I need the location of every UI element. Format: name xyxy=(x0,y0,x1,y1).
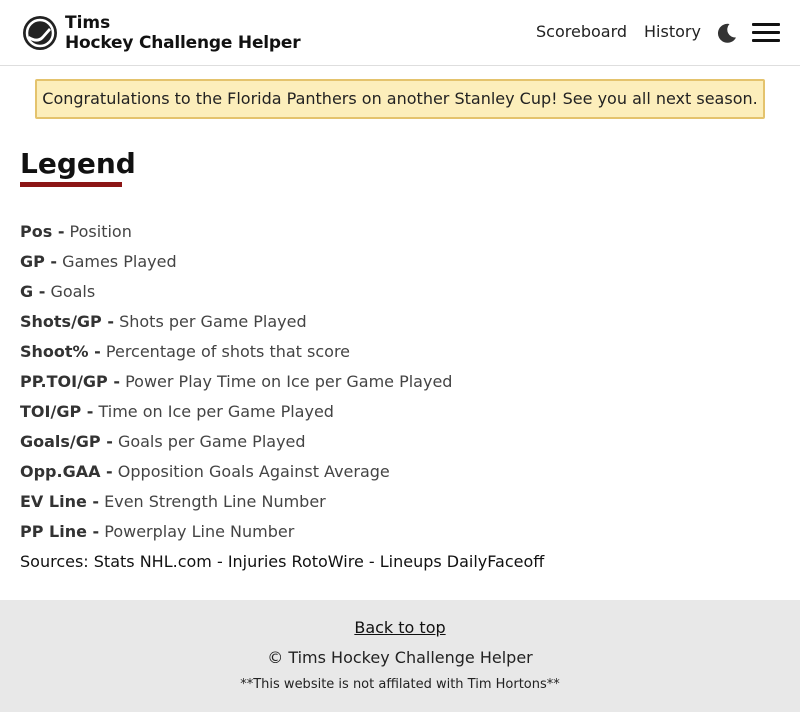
back-to-top-link[interactable]: Back to top xyxy=(0,617,800,639)
legend-heading-underline xyxy=(20,182,122,187)
legend-item: PP Line - Powerplay Line Number xyxy=(20,521,780,551)
legend-term: PP.TOI/GP - xyxy=(20,372,120,391)
legend-item: G - Goals xyxy=(20,281,780,311)
brand-line-1: Tims xyxy=(65,13,111,33)
legend-desc: Even Strength Line Number xyxy=(104,492,326,511)
site-footer: Back to top © Tims Hockey Challenge Help… xyxy=(0,600,800,712)
legend-desc: Percentage of shots that score xyxy=(105,342,351,361)
puck-logo-icon[interactable] xyxy=(22,15,58,51)
legend-item: Pos - Position xyxy=(20,221,780,251)
legend-term: GP - xyxy=(20,252,58,271)
legend-term: Opp.GAA - xyxy=(20,462,113,481)
legend-desc: Time on Ice per Game Played xyxy=(98,402,334,421)
legend-desc: Opposition Goals Against Average xyxy=(117,462,390,481)
legend-desc: Shots per Game Played xyxy=(119,312,307,331)
legend-desc: Goals per Game Played xyxy=(117,432,306,451)
menu-bar xyxy=(752,31,780,34)
legend-item: Shots/GP - Shots per Game Played xyxy=(20,311,780,341)
nav-scoreboard-link[interactable]: Scoreboard xyxy=(536,22,627,41)
legend-item: EV Line - Even Strength Line Number xyxy=(20,491,780,521)
disclaimer-text: **This website is not affilated with Tim… xyxy=(240,677,560,692)
legend-term: Pos - xyxy=(20,222,65,241)
legend-item: TOI/GP - Time on Ice per Game Played xyxy=(20,401,780,431)
nav-history-link[interactable]: History xyxy=(644,22,701,41)
legend-desc: Games Played xyxy=(62,252,177,271)
legend-item: Shoot% - Percentage of shots that score xyxy=(20,341,780,371)
legend-term: Goals/GP - xyxy=(20,432,113,451)
moon-icon[interactable] xyxy=(716,22,738,44)
site-header: Tims Hockey Challenge Helper Scoreboard … xyxy=(0,0,800,66)
menu-bar xyxy=(752,23,780,26)
menu-bar xyxy=(752,39,780,42)
legend-term: TOI/GP - xyxy=(20,402,94,421)
legend-term: G - xyxy=(20,282,46,301)
legend-list: Pos - Position GP - Games Played G - Goa… xyxy=(20,221,780,551)
legend-term: Shots/GP - xyxy=(20,312,114,331)
data-sources: Sources: Stats NHL.com - Injuries RotoWi… xyxy=(20,552,545,571)
brand-name[interactable]: Tims Hockey Challenge Helper xyxy=(65,13,301,53)
legend-term: Shoot% - xyxy=(20,342,101,361)
legend-desc: Powerplay Line Number xyxy=(104,522,295,541)
brand-line-2: Hockey Challenge Helper xyxy=(65,33,301,53)
legend-heading: Legend xyxy=(20,147,136,180)
hamburger-menu-icon[interactable] xyxy=(752,22,780,44)
legend-term: PP Line - xyxy=(20,522,100,541)
legend-desc: Goals xyxy=(50,282,96,301)
legend-item: GP - Games Played xyxy=(20,251,780,281)
legend-item: Opp.GAA - Opposition Goals Against Avera… xyxy=(20,461,780,491)
legend-desc: Position xyxy=(69,222,132,241)
copyright-text: © Tims Hockey Challenge Helper xyxy=(267,648,533,667)
legend-desc: Power Play Time on Ice per Game Played xyxy=(125,372,453,391)
legend-item: Goals/GP - Goals per Game Played xyxy=(20,431,780,461)
announcement-banner: Congratulations to the Florida Panthers … xyxy=(35,79,765,119)
legend-term: EV Line - xyxy=(20,492,100,511)
legend-item: PP.TOI/GP - Power Play Time on Ice per G… xyxy=(20,371,780,401)
